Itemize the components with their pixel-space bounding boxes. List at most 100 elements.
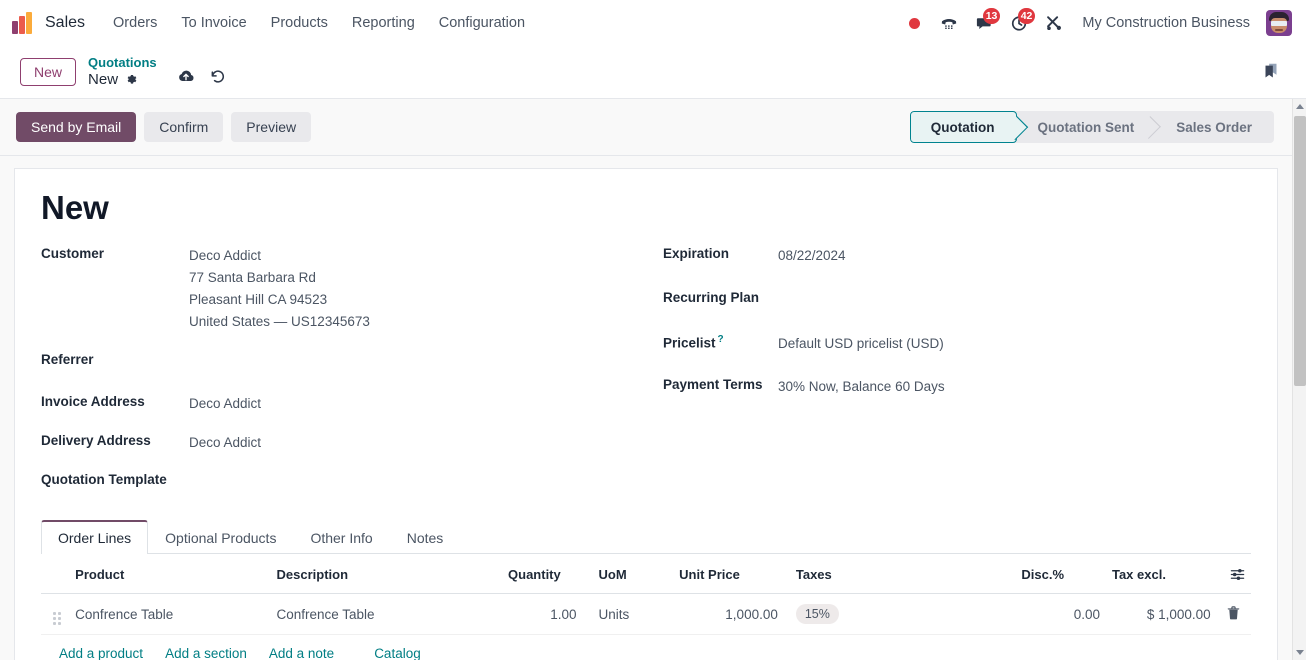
nav-menu-reporting[interactable]: Reporting bbox=[340, 10, 427, 36]
cell-quantity[interactable]: 1.00 bbox=[502, 593, 583, 636]
sales-bar-chart-logo[interactable] bbox=[12, 12, 36, 34]
cell-product[interactable]: Confrence Table bbox=[69, 593, 271, 636]
expiration-value[interactable]: 08/22/2024 bbox=[778, 245, 846, 267]
nav-app-name[interactable]: Sales bbox=[45, 10, 95, 36]
column-description[interactable]: Description bbox=[270, 554, 503, 595]
recurring-plan-value[interactable] bbox=[778, 289, 782, 311]
company-switcher[interactable]: My Construction Business bbox=[1073, 10, 1259, 36]
cell-unit-price[interactable]: 1,000.00 bbox=[673, 593, 784, 636]
cell-uom[interactable]: Units bbox=[582, 593, 674, 636]
breadcrumb: Quotations New bbox=[88, 55, 157, 88]
quotation-template-label: Quotation Template bbox=[41, 472, 167, 487]
column-settings-icon[interactable] bbox=[1230, 567, 1245, 582]
add-line-row: Add a product Add a section Add a note C… bbox=[41, 634, 1251, 660]
clock-activity-icon[interactable]: 42 bbox=[1003, 8, 1036, 38]
status-quotation-sent[interactable]: Quotation Sent bbox=[1017, 111, 1156, 143]
breadcrumb-parent-quotations[interactable]: Quotations bbox=[88, 55, 157, 71]
delete-line-button[interactable] bbox=[1216, 593, 1251, 636]
column-product[interactable]: Product bbox=[69, 554, 271, 595]
customer-label: Customer bbox=[41, 246, 105, 261]
scroll-thumb[interactable] bbox=[1294, 116, 1306, 386]
cell-tax-excl: $ 1,000.00 bbox=[1105, 593, 1217, 636]
column-taxes[interactable]: Taxes bbox=[783, 554, 1016, 595]
column-quantity[interactable]: Quantity bbox=[502, 554, 583, 595]
scroll-down-arrow-icon[interactable] bbox=[1293, 645, 1306, 660]
field-quotation-template: Quotation Template bbox=[41, 471, 661, 493]
column-uom[interactable]: UoM bbox=[582, 554, 674, 595]
drag-handle-icon[interactable] bbox=[41, 593, 70, 636]
cell-taxes[interactable]: 15% bbox=[783, 593, 1016, 636]
cloud-upload-save-icon[interactable] bbox=[177, 69, 195, 84]
column-unit-price[interactable]: Unit Price bbox=[673, 554, 784, 595]
undo-discard-icon[interactable] bbox=[209, 68, 226, 84]
gear-icon[interactable] bbox=[125, 73, 138, 86]
chat-bubble-icon[interactable]: 13 bbox=[968, 8, 1001, 38]
payment-terms-label: Payment Terms bbox=[663, 377, 763, 392]
vertical-scrollbar[interactable] bbox=[1292, 99, 1306, 660]
column-handle bbox=[41, 554, 70, 595]
trash-icon[interactable] bbox=[1227, 605, 1240, 623]
scroll-up-arrow-icon[interactable] bbox=[1293, 99, 1306, 114]
breadcrumb-bar: New Quotations New bbox=[0, 46, 1306, 98]
bookmark-icon[interactable] bbox=[1256, 57, 1286, 87]
add-line-actions: Add a product Add a section Add a note C… bbox=[47, 644, 1245, 660]
record-actions bbox=[177, 60, 226, 84]
nav-menu-to-invoice[interactable]: To Invoice bbox=[169, 10, 258, 36]
confirm-button[interactable]: Confirm bbox=[144, 112, 224, 142]
delivery-address-value[interactable]: Deco Addict bbox=[189, 432, 261, 454]
quotation-template-value[interactable] bbox=[189, 471, 193, 493]
field-invoice-address: Invoice Address Deco Addict bbox=[41, 393, 661, 415]
nav-menu-orders[interactable]: Orders bbox=[101, 10, 169, 36]
tab-other-info[interactable]: Other Info bbox=[293, 520, 389, 554]
tab-order-lines[interactable]: Order Lines bbox=[41, 520, 149, 554]
cell-discount[interactable]: 0.00 bbox=[1015, 593, 1106, 636]
activities-count-badge: 42 bbox=[1017, 8, 1036, 24]
send-by-email-button[interactable]: Send by Email bbox=[16, 112, 137, 142]
form-right-column: Expiration 08/22/2024 Recurring Plan Pri… bbox=[661, 245, 1251, 504]
tab-optional-products[interactable]: Optional Products bbox=[148, 520, 293, 554]
record-dot-icon[interactable] bbox=[898, 8, 930, 38]
delivery-address-label: Delivery Address bbox=[41, 433, 151, 448]
referrer-value[interactable] bbox=[189, 351, 193, 373]
cell-description[interactable]: Confrence Table bbox=[270, 593, 503, 636]
status-sales-order[interactable]: Sales Order bbox=[1156, 111, 1274, 143]
preview-button[interactable]: Preview bbox=[231, 112, 312, 142]
payment-terms-value[interactable]: 30% Now, Balance 60 Days bbox=[778, 376, 945, 398]
scrollable-form-area: Send by Email Confirm Preview Quotation … bbox=[0, 99, 1292, 660]
order-lines-table: Product Description Quantity UoM Unit Pr… bbox=[41, 554, 1251, 660]
nav-menu-configuration[interactable]: Configuration bbox=[427, 10, 537, 36]
notebook: Order Lines Optional Products Other Info… bbox=[41, 520, 1251, 660]
pricelist-value[interactable]: Default USD pricelist (USD) bbox=[778, 333, 944, 355]
field-referrer: Referrer bbox=[41, 351, 661, 373]
phone-dialpad-icon[interactable] bbox=[933, 8, 965, 38]
invoice-address-value[interactable]: Deco Addict bbox=[189, 393, 261, 415]
tools-debug-icon[interactable] bbox=[1038, 8, 1070, 38]
page-title: New bbox=[41, 189, 109, 226]
referrer-label: Referrer bbox=[41, 352, 94, 367]
messages-count-badge: 13 bbox=[982, 8, 1001, 24]
status-quotation[interactable]: Quotation bbox=[909, 111, 1018, 143]
catalog-link[interactable]: Catalog bbox=[374, 644, 431, 660]
customer-address-line2: Pleasant Hill CA 94523 bbox=[189, 292, 328, 307]
user-avatar[interactable] bbox=[1266, 10, 1292, 36]
column-tax-excl[interactable]: Tax excl. bbox=[1105, 554, 1217, 595]
column-discount[interactable]: Disc.% bbox=[1015, 554, 1106, 595]
pricelist-label: Pricelist? bbox=[663, 334, 724, 351]
add-a-product-link[interactable]: Add a product bbox=[59, 644, 153, 660]
invoice-address-label: Invoice Address bbox=[41, 394, 145, 409]
customer-address-line1: 77 Santa Barbara Rd bbox=[189, 270, 316, 285]
customer-value[interactable]: Deco Addict bbox=[189, 245, 370, 267]
pricelist-help-icon[interactable]: ? bbox=[718, 334, 724, 345]
top-navbar: Sales Orders To Invoice Products Reporti… bbox=[0, 0, 1306, 46]
add-a-note-link[interactable]: Add a note bbox=[269, 644, 344, 660]
table-header-row: Product Description Quantity UoM Unit Pr… bbox=[41, 554, 1251, 595]
form-left-column: Customer Deco Addict 77 Santa Barbara Rd… bbox=[41, 245, 661, 504]
breadcrumb-current: New bbox=[88, 70, 119, 88]
new-record-button[interactable]: New bbox=[20, 58, 77, 86]
table-row[interactable]: Confrence Table Confrence Table 1.00 Uni… bbox=[41, 593, 1251, 636]
field-pricelist: Pricelist? Default USD pricelist (USD) bbox=[663, 333, 1251, 355]
nav-menu-products[interactable]: Products bbox=[259, 10, 340, 36]
tab-notes[interactable]: Notes bbox=[390, 520, 461, 554]
add-a-section-link[interactable]: Add a section bbox=[165, 644, 257, 660]
recurring-plan-label: Recurring Plan bbox=[663, 290, 760, 305]
